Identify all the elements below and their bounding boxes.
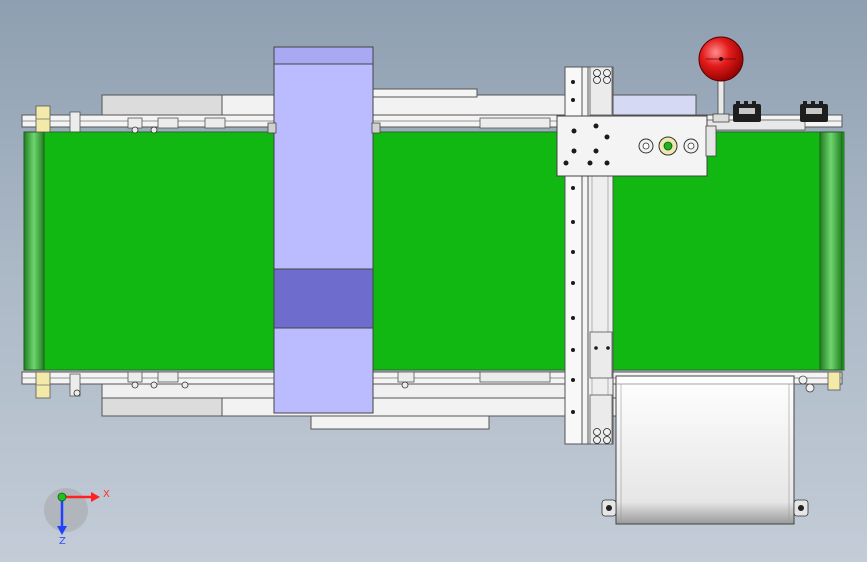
left-roller	[23, 131, 45, 371]
triad-x-label: X	[103, 489, 110, 500]
drive-sprocket-left	[733, 101, 761, 122]
axis-triad	[44, 488, 100, 535]
cad-viewport[interactable]: X Z	[0, 0, 867, 562]
conveyor-model: X Z	[21, 36, 845, 547]
tunnel-aperture	[273, 268, 374, 329]
drive-sprocket-right	[800, 101, 828, 122]
metal-detector-tunnel[interactable]	[267, 46, 381, 414]
triad-z-label: Z	[59, 536, 66, 547]
conveyor-belt[interactable]	[23, 131, 845, 371]
reject-hopper[interactable]	[601, 375, 809, 525]
pneumatic-fittings	[638, 136, 699, 156]
right-roller	[819, 131, 843, 371]
